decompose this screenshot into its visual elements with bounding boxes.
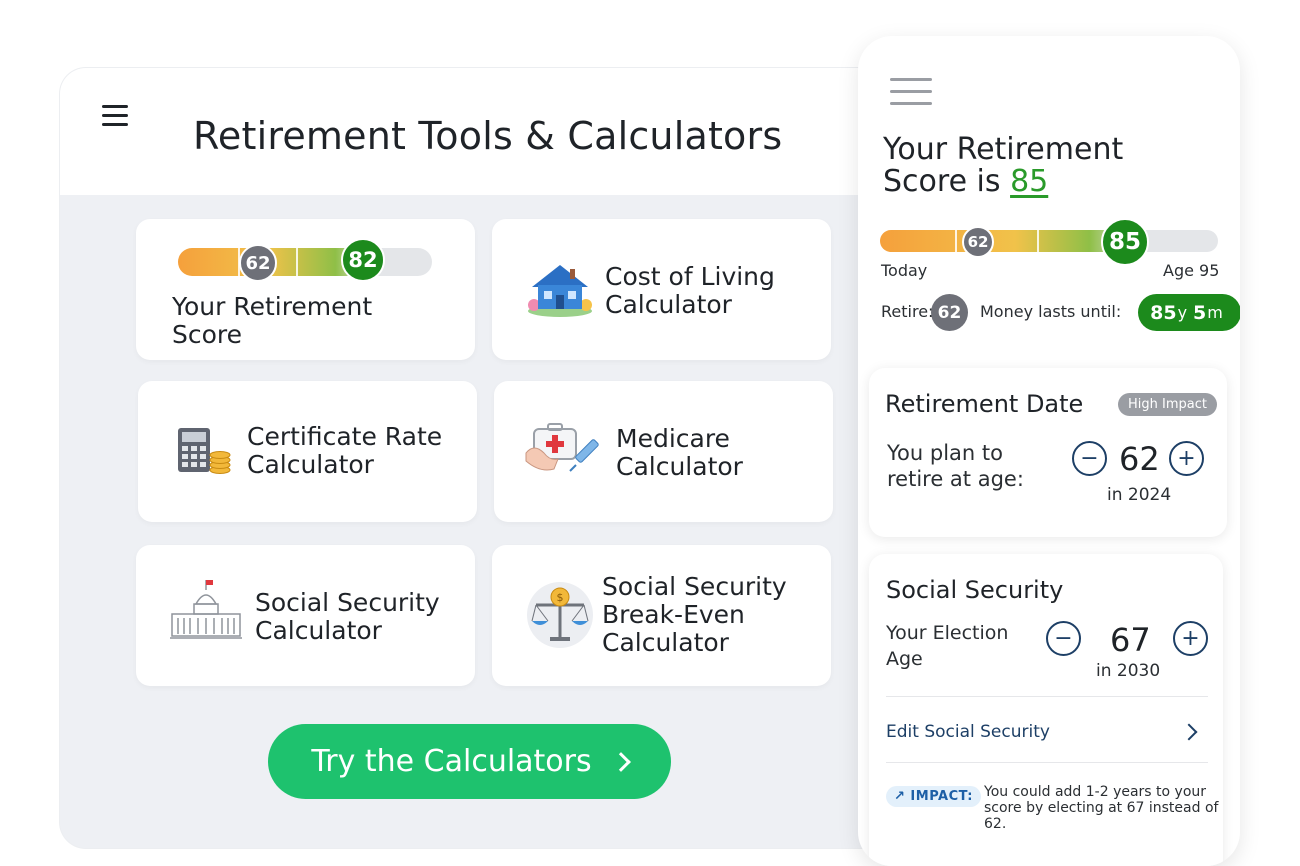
card-label: Social Security Calculator: [255, 588, 440, 645]
retirement-score-card[interactable]: 62 82 Your Retirement Score: [136, 219, 475, 360]
tablet-header: Retirement Tools & Calculators: [60, 68, 940, 195]
card-title: Social Security: [886, 576, 1064, 604]
certificate-rate-card[interactable]: Certificate Rate Calculator: [138, 381, 477, 522]
medicare-card[interactable]: Medicare Calculator: [494, 381, 833, 522]
score-marker: 82: [341, 238, 385, 282]
edit-social-security-link[interactable]: Edit Social Security: [886, 722, 1050, 742]
decrease-election-age-button[interactable]: −: [1046, 621, 1081, 656]
svg-text:$: $: [557, 591, 564, 604]
impact-badge: ↗ IMPACT:: [886, 786, 981, 807]
score-heading: Your Retirement Score is 85: [883, 132, 1124, 199]
impact-level-badge: High Impact: [1118, 393, 1217, 416]
phone-panel: Your Retirement Score is 85 62 85 Today …: [858, 36, 1240, 866]
retire-age-badge: 62: [931, 294, 968, 331]
try-calculators-button[interactable]: Try the Calculators: [268, 724, 671, 799]
bar-start-caption: Today: [881, 261, 928, 280]
current-age-marker: 62: [962, 226, 994, 258]
score-link[interactable]: 85: [1010, 164, 1048, 199]
retire-year: in 2024: [1107, 485, 1172, 505]
decrease-retire-age-button[interactable]: −: [1072, 441, 1107, 476]
retirement-date-card: Retirement Date High Impact You plan to …: [869, 368, 1227, 537]
money-lasts-label: Money lasts until:: [980, 302, 1122, 321]
cta-label: Try the Calculators: [311, 744, 592, 779]
card-label: Medicare Calculator: [616, 424, 743, 481]
current-age-marker: 62: [239, 244, 277, 282]
retire-age-value: 62: [1119, 440, 1160, 478]
score-gradient-bar: [880, 230, 1218, 252]
retire-label: Retire:: [881, 302, 934, 321]
card-label: Cost of Living Calculator: [605, 262, 775, 319]
increase-retire-age-button[interactable]: +: [1169, 441, 1204, 476]
chevron-right-icon[interactable]: [1180, 723, 1198, 741]
election-year: in 2030: [1096, 661, 1161, 681]
score-marker: 85: [1101, 218, 1149, 266]
calculator-coins-icon: [178, 428, 231, 474]
page-title: Retirement Tools & Calculators: [193, 114, 783, 158]
menu-icon[interactable]: [102, 105, 130, 127]
increase-election-age-button[interactable]: +: [1173, 621, 1208, 656]
divider: [886, 696, 1208, 697]
retire-age-label: You plan to retire at age:: [887, 441, 1024, 491]
money-lasts-pill: 85 y 5 m: [1138, 294, 1240, 331]
impact-text: You could add 1-2 years to your score by…: [984, 784, 1219, 832]
bar-end-caption: Age 95: [1163, 261, 1220, 280]
election-age-label: Your Election Age: [886, 622, 1009, 670]
card-label: Certificate Rate Calculator: [247, 422, 443, 479]
social-security-card: Social Security Your Election Age − 67 +…: [869, 554, 1223, 866]
cost-of-living-card[interactable]: Cost of Living Calculator: [492, 219, 831, 360]
card-label: Social Security Break-Even Calculator: [602, 572, 787, 657]
house-icon: [528, 265, 592, 317]
menu-icon[interactable]: [890, 78, 932, 108]
card-label: Your Retirement Score: [172, 292, 373, 349]
card-title: Retirement Date: [885, 390, 1084, 418]
divider: [886, 762, 1208, 763]
tablet-panel: Retirement Tools & Calculators 62 82 You…: [60, 68, 940, 848]
retire-summary: Retire: 62 Money lasts until: 85 y 5 m: [881, 294, 1240, 331]
chevron-right-icon: [610, 751, 631, 772]
score-gradient-bar: [178, 248, 432, 276]
capitol-building-icon: [170, 580, 242, 639]
balance-scale-icon: $: [527, 582, 593, 648]
break-even-card[interactable]: $ Social Security Break-Even Calculator: [492, 545, 831, 686]
medical-kit-icon: [525, 423, 599, 472]
social-security-card[interactable]: Social Security Calculator: [136, 545, 475, 686]
election-age-value: 67: [1110, 621, 1151, 659]
